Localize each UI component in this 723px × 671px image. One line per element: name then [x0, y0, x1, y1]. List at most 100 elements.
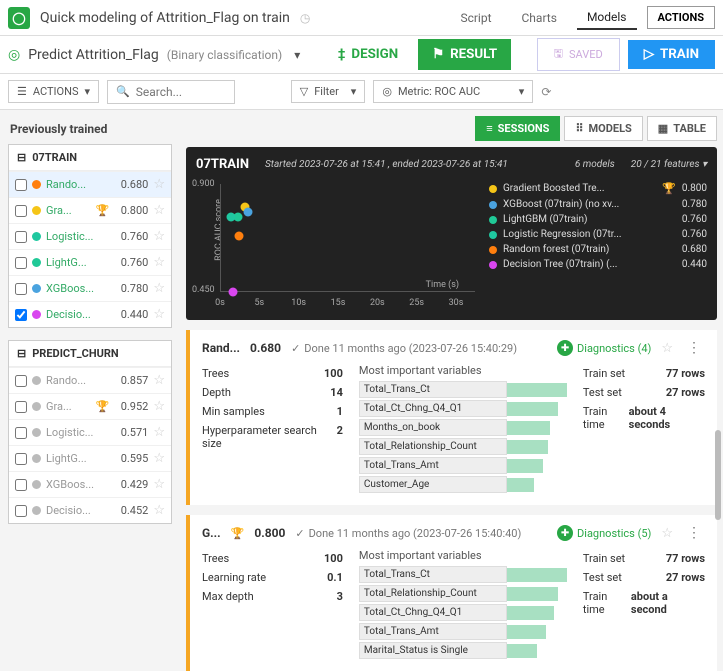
session-header[interactable]: ⊟PREDICT_CHURN: [9, 341, 171, 367]
model-checkbox[interactable]: [15, 179, 27, 191]
model-score: 0.857: [114, 374, 148, 387]
model-name: Gra...: [46, 400, 91, 413]
predict-type: (Binary classification): [167, 48, 282, 62]
chart-meta: Started 2023-07-26 at 15:41 , ended 2023…: [265, 159, 508, 170]
model-checkbox[interactable]: [15, 231, 27, 243]
viewtab-models[interactable]: ⠿MODELS: [564, 116, 642, 141]
star-icon[interactable]: ☆: [661, 526, 673, 541]
star-icon[interactable]: ☆: [153, 255, 165, 270]
model-score: 0.780: [114, 282, 148, 295]
session-header[interactable]: ⊟07TRAIN: [9, 145, 171, 171]
saved-button[interactable]: 🖫SAVED: [537, 38, 620, 71]
model-row[interactable]: Gra...🏆0.800☆: [9, 197, 171, 223]
chart-xtick: 0s: [215, 298, 225, 308]
model-checkbox[interactable]: [15, 309, 27, 321]
model-row[interactable]: Decisio...0.452☆: [9, 497, 171, 523]
model-checkbox[interactable]: [15, 283, 27, 295]
model-checkbox[interactable]: [15, 427, 27, 439]
model-row[interactable]: Decisio...0.440☆: [9, 301, 171, 327]
star-icon[interactable]: ☆: [153, 477, 165, 492]
star-icon[interactable]: ☆: [153, 451, 165, 466]
star-icon[interactable]: ☆: [153, 373, 165, 388]
diagnostics-link[interactable]: ✚Diagnostics (5): [557, 525, 651, 541]
legend-row[interactable]: Logistic Regression (07tr...0.760: [489, 227, 707, 242]
model-color-dot: [32, 206, 41, 215]
star-icon[interactable]: ☆: [153, 425, 165, 440]
kebab-icon[interactable]: ⋮: [683, 525, 705, 541]
star-icon[interactable]: ☆: [153, 503, 165, 518]
train-button[interactable]: ▷TRAIN: [628, 40, 715, 69]
chart-point[interactable]: [234, 231, 243, 240]
star-icon[interactable]: ☆: [153, 203, 165, 218]
card-model-name[interactable]: Rand...: [202, 341, 240, 355]
filter-dropdown[interactable]: ▽Filter▾: [291, 80, 366, 103]
var-row: Customer_Age: [359, 476, 567, 493]
model-row[interactable]: XGBoos...0.780☆: [9, 275, 171, 301]
scrollbar[interactable]: [715, 430, 721, 520]
model-row[interactable]: Logistic...0.571☆: [9, 419, 171, 445]
search-box[interactable]: 🔍: [107, 80, 235, 104]
tab-models[interactable]: Models: [577, 6, 637, 30]
stat-row: Train timeabout 4 seconds: [583, 402, 705, 434]
model-checkbox[interactable]: [15, 479, 27, 491]
chart-features[interactable]: 20 / 21 features ▾: [631, 159, 707, 170]
legend-dot: [489, 201, 497, 209]
legend-row[interactable]: Random forest (07train)0.680: [489, 242, 707, 257]
refresh-icon[interactable]: ⟳: [541, 85, 551, 99]
star-icon[interactable]: ☆: [661, 341, 673, 356]
model-checkbox[interactable]: [15, 401, 27, 413]
topbar: ◯ Quick modeling of Attrition_Flag on tr…: [0, 0, 723, 36]
card-model-name[interactable]: G...: [202, 526, 221, 540]
legend-row[interactable]: Decision Tree (07train) (...0.440: [489, 257, 707, 272]
stat-row: Train timeabout a second: [583, 587, 705, 619]
search-input[interactable]: [136, 85, 226, 99]
model-checkbox[interactable]: [15, 505, 27, 517]
metric-dropdown[interactable]: ◎Metric: ROC AUC▾: [373, 80, 533, 103]
chart-point[interactable]: [228, 288, 237, 297]
model-checkbox[interactable]: [15, 453, 27, 465]
model-row[interactable]: Logistic...0.760☆: [9, 223, 171, 249]
model-row[interactable]: XGBoos...0.429☆: [9, 471, 171, 497]
viewtab-table[interactable]: ▦TABLE: [647, 116, 717, 141]
chart-point[interactable]: [227, 212, 236, 221]
session-box: ⊟07TRAINRando...0.680☆Gra...🏆0.800☆Logis…: [8, 144, 172, 328]
model-checkbox[interactable]: [15, 205, 27, 217]
model-row[interactable]: Gra...🏆0.952☆: [9, 393, 171, 419]
star-icon[interactable]: ☆: [153, 177, 165, 192]
clock-icon: ◷: [300, 11, 310, 25]
result-button[interactable]: ⚑RESULT: [418, 39, 511, 70]
model-checkbox[interactable]: [15, 257, 27, 269]
model-score: 0.571: [114, 426, 148, 439]
chart-xtick: 25s: [409, 298, 424, 308]
card-done: ✓Done 11 months ago (2023-07-26 15:40:40…: [295, 527, 521, 540]
star-icon[interactable]: ☆: [153, 307, 165, 322]
actions-dropdown[interactable]: ☰ACTIONS ▾: [8, 80, 99, 103]
star-icon[interactable]: ☆: [153, 229, 165, 244]
model-row[interactable]: Rando...0.857☆: [9, 367, 171, 393]
legend-row[interactable]: Gradient Boosted Tre...🏆0.800: [489, 180, 707, 197]
design-button[interactable]: ‡DESIGN: [326, 41, 410, 68]
star-icon[interactable]: ☆: [153, 399, 165, 414]
model-checkbox[interactable]: [15, 375, 27, 387]
actions-button[interactable]: ACTIONS: [647, 6, 716, 29]
diagnostics-link[interactable]: ✚Diagnostics (4): [557, 340, 651, 356]
star-icon[interactable]: ☆: [153, 281, 165, 296]
model-color-dot: [32, 402, 41, 411]
legend-dot: [489, 231, 497, 239]
model-card: G...🏆0.800✓Done 11 months ago (2023-07-2…: [186, 515, 717, 671]
legend-row[interactable]: XGBoost (07train) (no xv...0.780: [489, 197, 707, 212]
legend-row[interactable]: LightGBM (07train)0.760: [489, 212, 707, 227]
model-row[interactable]: LightG...0.760☆: [9, 249, 171, 275]
param-row: Learning rate0.1: [202, 568, 343, 587]
model-row[interactable]: Rando...0.680☆: [9, 171, 171, 197]
chart-xlabel: Time (s): [426, 280, 459, 290]
model-row[interactable]: LightG...0.595☆: [9, 445, 171, 471]
tab-script[interactable]: Script: [450, 7, 501, 29]
chevron-down-icon[interactable]: ▾: [294, 48, 300, 62]
tab-charts[interactable]: Charts: [512, 7, 567, 29]
app-logo-icon[interactable]: ◯: [8, 7, 30, 29]
chart-point[interactable]: [243, 208, 252, 217]
viewtab-sessions[interactable]: ≡SESSIONS: [475, 116, 560, 141]
model-name: Logistic...: [46, 230, 109, 243]
kebab-icon[interactable]: ⋮: [683, 340, 705, 356]
